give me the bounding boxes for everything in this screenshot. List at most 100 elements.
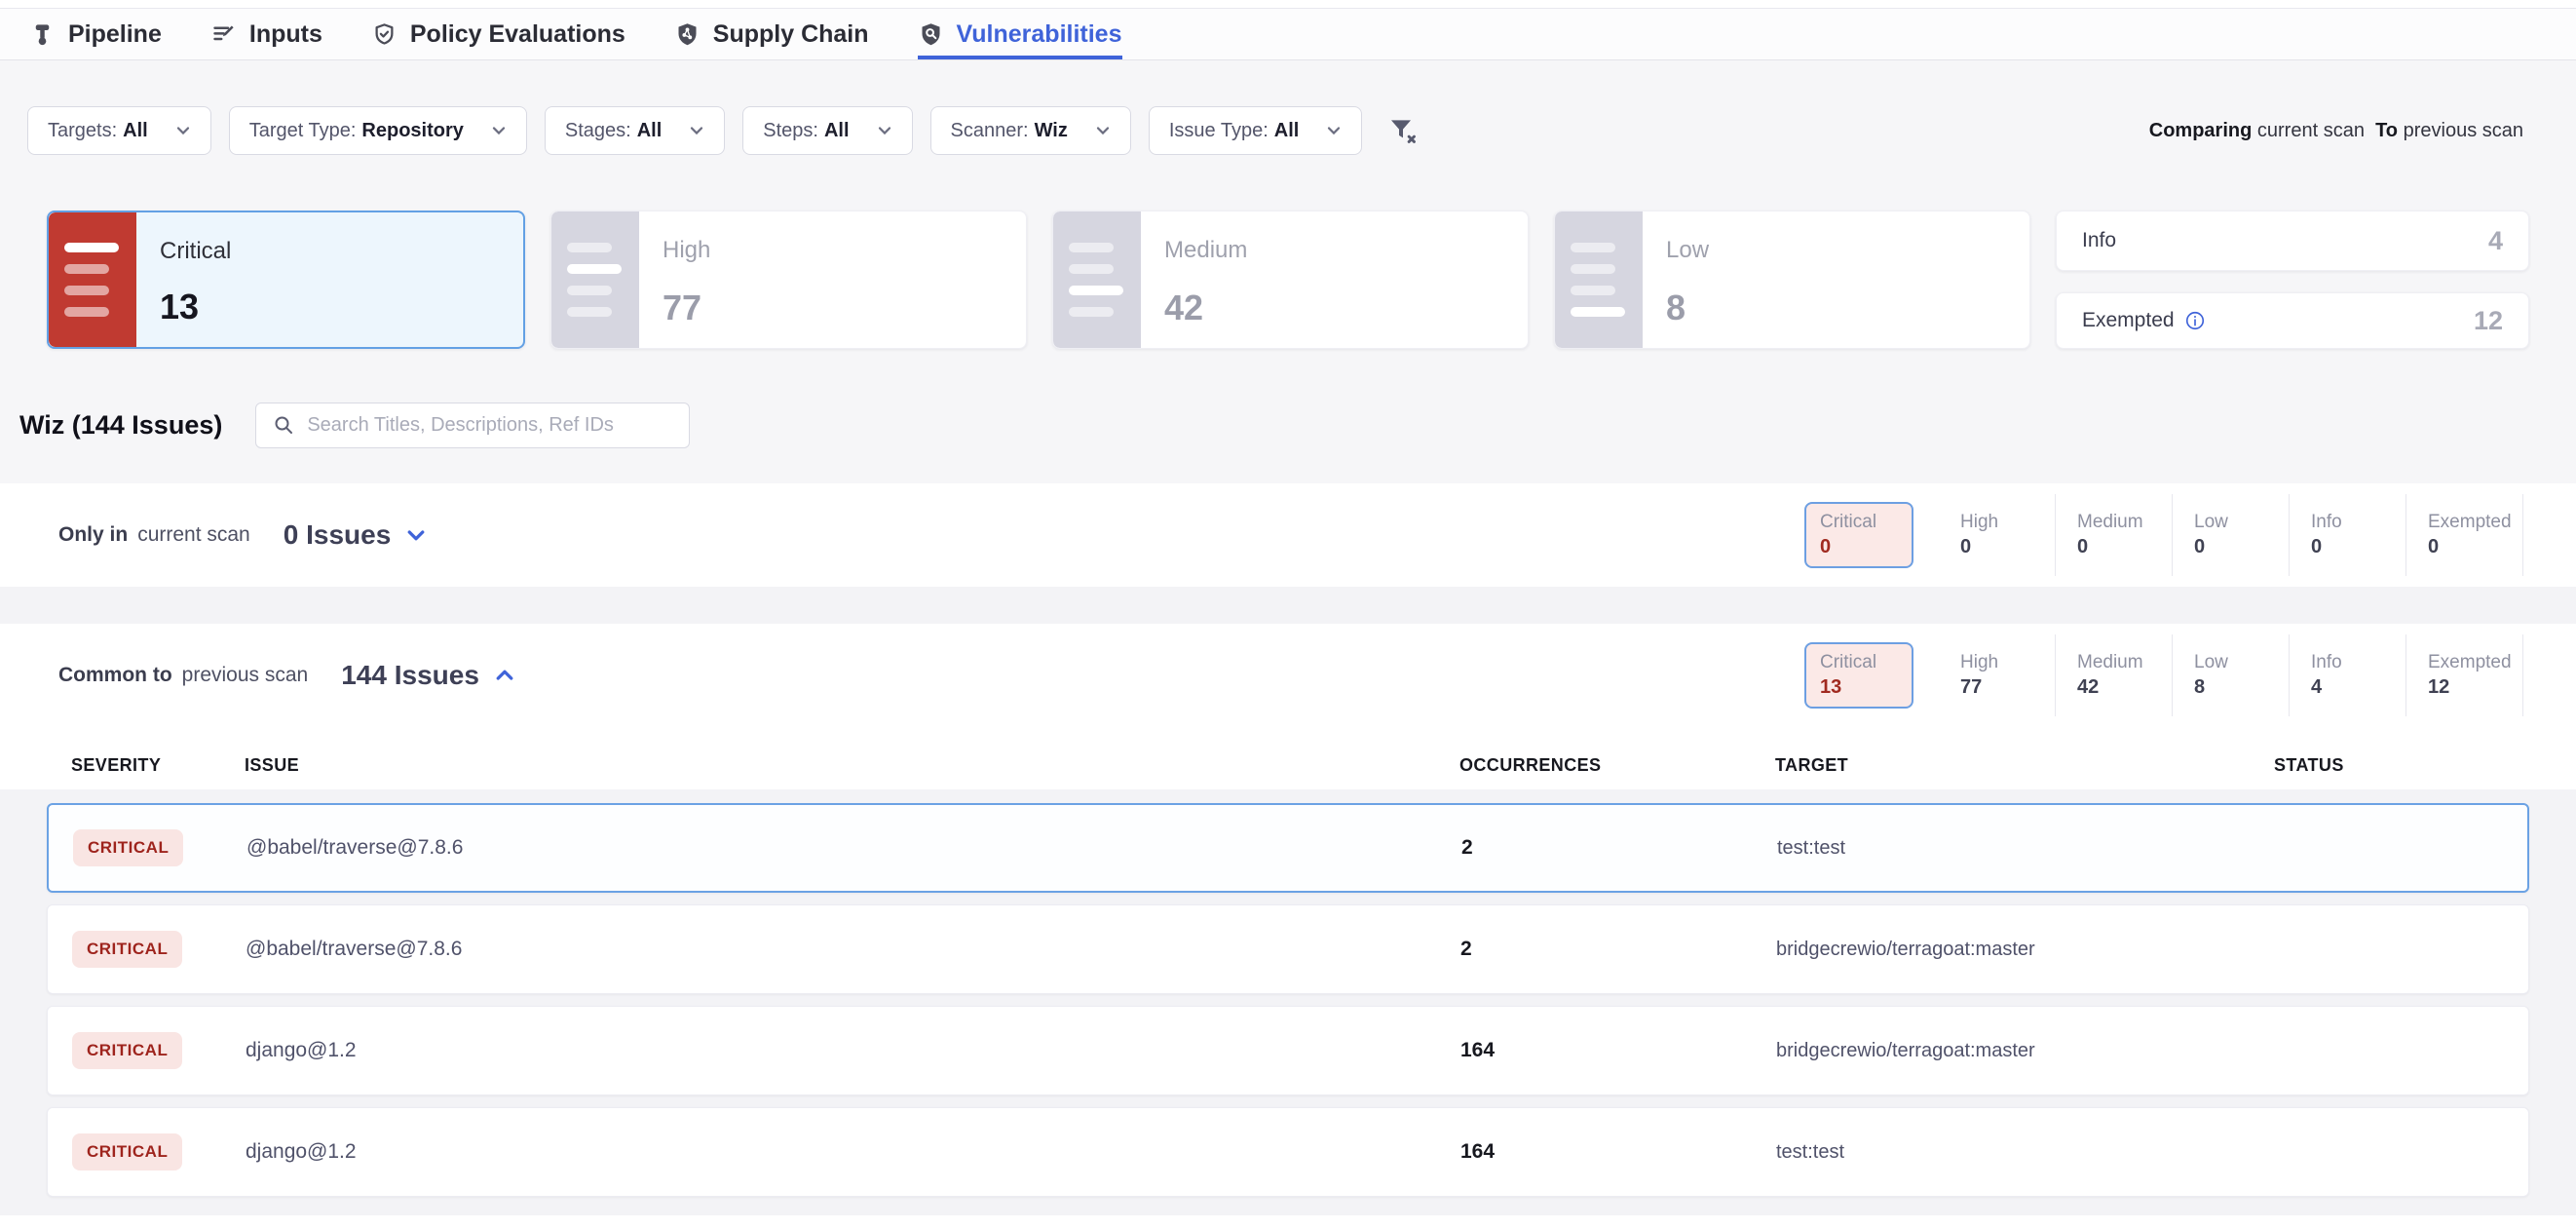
chevron-down-icon: [687, 121, 706, 140]
severity-chip-medium[interactable]: Medium 0: [2056, 494, 2173, 576]
target-type-dropdown[interactable]: Target Type:Repository: [229, 106, 527, 155]
severity-chip-critical[interactable]: Critical 13: [1804, 642, 1913, 709]
section-title: Common to previous scan: [58, 664, 308, 687]
severity-card-label: Info: [2082, 229, 2116, 252]
dropdown-label: Scanner:: [951, 120, 1029, 141]
occurrences-count: 2: [1460, 938, 1776, 961]
bottom-strip: [0, 1215, 2576, 1228]
dropdown-value: Repository: [361, 120, 463, 141]
severity-card-label: Critical: [160, 238, 231, 265]
dropdown-value: Wiz: [1035, 120, 1068, 141]
occurrences-count: 164: [1460, 1140, 1776, 1164]
severity-level-icon: [1555, 211, 1643, 348]
window-top-divider: [0, 0, 2576, 9]
severity-badge: CRITICAL: [72, 931, 182, 968]
severity-card-label: Exempted: [2082, 309, 2175, 332]
severity-card-high[interactable]: High 77: [550, 211, 1027, 349]
tab-policy-evaluations[interactable]: Policy Evaluations: [371, 9, 625, 59]
tab-label: Policy Evaluations: [410, 20, 625, 49]
table-row[interactable]: CRITICAL @babel/traverse@7.8.6 2 bridgec…: [47, 904, 2529, 994]
severity-card-label: High: [663, 237, 710, 264]
severity-chip-exempted[interactable]: Exempted 12: [2406, 634, 2523, 716]
chevron-down-icon: [875, 121, 894, 140]
chevron-up-icon: [493, 664, 516, 687]
dropdown-value: All: [1274, 120, 1300, 141]
severity-card-low[interactable]: Low 8: [1554, 211, 2030, 349]
info-icon[interactable]: [2184, 310, 2206, 331]
severity-badge: CRITICAL: [73, 829, 183, 866]
pipeline-icon: [29, 21, 56, 48]
severity-chip-low[interactable]: Low 0: [2173, 494, 2290, 576]
severity-card-count: 12: [2474, 306, 2503, 336]
stages-dropdown[interactable]: Stages:All: [545, 106, 725, 155]
common-issues-toggle[interactable]: 144 Issues: [341, 660, 516, 691]
table-row[interactable]: CRITICAL django@1.2 164 test:test: [47, 1107, 2529, 1197]
steps-dropdown[interactable]: Steps: All: [742, 106, 912, 155]
severity-chip-group: Critical 0 High 0 Medium 0 Low 0 Info 0 …: [1804, 494, 2523, 576]
issue-type-dropdown[interactable]: Issue Type:All: [1149, 106, 1362, 155]
severity-card-critical[interactable]: Critical 13: [47, 211, 525, 349]
dropdown-label: Targets:: [48, 120, 117, 141]
dropdown-label: Target Type:: [249, 120, 357, 141]
section-title: Only in current scan: [58, 523, 250, 547]
severity-chip-high[interactable]: High 0: [1939, 494, 2056, 576]
severity-level-icon: [1053, 211, 1141, 348]
table-row[interactable]: CRITICAL @babel/traverse@7.8.6 2 test:te…: [47, 803, 2529, 893]
dropdown-value: All: [824, 120, 850, 141]
only-in-issues-toggle[interactable]: 0 Issues: [284, 519, 429, 551]
severity-card-count: 4: [2488, 226, 2503, 256]
table-body: CRITICAL @babel/traverse@7.8.6 2 test:te…: [0, 789, 2576, 1215]
severity-chip-exempted[interactable]: Exempted 0: [2406, 494, 2523, 576]
severity-chip-medium[interactable]: Medium 42: [2056, 634, 2173, 716]
only-in-current-scan-section: Only in current scan 0 Issues Critical 0…: [0, 483, 2576, 587]
column-header-issue: ISSUE: [245, 755, 1459, 776]
tab-vulnerabilities[interactable]: Vulnerabilities: [918, 9, 1122, 59]
occurrences-count: 2: [1461, 836, 1777, 860]
occurrences-count: 164: [1460, 1039, 1776, 1062]
chevron-down-icon: [489, 121, 509, 140]
column-header-occurrences: OCCURRENCES: [1459, 755, 1775, 776]
section-divider: [0, 587, 2576, 624]
severity-chip-critical[interactable]: Critical 0: [1804, 502, 1913, 568]
clear-filters-button[interactable]: [1387, 115, 1419, 146]
severity-chip-group: Critical 13 High 77 Medium 42 Low 8 Info…: [1804, 634, 2523, 716]
dropdown-value: All: [637, 120, 663, 141]
search-input[interactable]: [307, 414, 673, 437]
table-header-row: SEVERITY ISSUE OCCURRENCES TARGET STATUS: [47, 741, 2529, 789]
severity-card-info[interactable]: Info 4: [2056, 211, 2529, 271]
targets-dropdown[interactable]: Targets: All: [27, 106, 211, 155]
shield-magnifier-icon: [918, 21, 944, 48]
severity-card-count: 42: [1164, 288, 1247, 328]
severity-badge: CRITICAL: [72, 1032, 182, 1069]
search-icon: [272, 413, 295, 437]
severity-chip-info[interactable]: Info 0: [2290, 494, 2406, 576]
severity-card-exempted[interactable]: Exempted 12: [2056, 292, 2529, 349]
tab-bar: Pipeline Inputs Policy Evaluations Suppl…: [0, 9, 2576, 60]
severity-chip-high[interactable]: High 77: [1939, 634, 2056, 716]
tab-pipeline[interactable]: Pipeline: [29, 9, 162, 59]
inputs-icon: [210, 21, 237, 48]
issue-name: django@1.2: [246, 1039, 1460, 1062]
dropdown-label: Steps:: [763, 120, 818, 141]
severity-card-medium[interactable]: Medium 42: [1052, 211, 1529, 349]
severity-chip-info[interactable]: Info 4: [2290, 634, 2406, 716]
filter-toolbar: Targets: All Target Type:Repository Stage…: [27, 106, 2549, 155]
table-header-band: SEVERITY ISSUE OCCURRENCES TARGET STATUS: [0, 727, 2576, 789]
table-row[interactable]: CRITICAL django@1.2 164 bridgecrewio/ter…: [47, 1006, 2529, 1095]
tab-supply-chain[interactable]: Supply Chain: [674, 9, 869, 59]
dropdown-label: Issue Type:: [1169, 120, 1269, 141]
target-name: test:test: [1776, 1141, 2275, 1164]
comparing-scans-text: Comparing current scan To previous scan: [2149, 120, 2523, 142]
tab-inputs[interactable]: Inputs: [210, 9, 322, 59]
severity-card-count: 8: [1666, 288, 1709, 328]
tab-label: Supply Chain: [713, 20, 869, 49]
dropdown-value: All: [123, 120, 148, 141]
column-header-status: STATUS: [2274, 755, 2529, 776]
scanner-dropdown[interactable]: Scanner: Wiz: [930, 106, 1131, 155]
column-header-severity: SEVERITY: [71, 755, 245, 776]
issue-search: [255, 403, 690, 448]
severity-badge: CRITICAL: [72, 1133, 182, 1170]
tab-label: Vulnerabilities: [957, 20, 1122, 49]
shield-network-icon: [674, 21, 701, 48]
severity-chip-low[interactable]: Low 8: [2173, 634, 2290, 716]
